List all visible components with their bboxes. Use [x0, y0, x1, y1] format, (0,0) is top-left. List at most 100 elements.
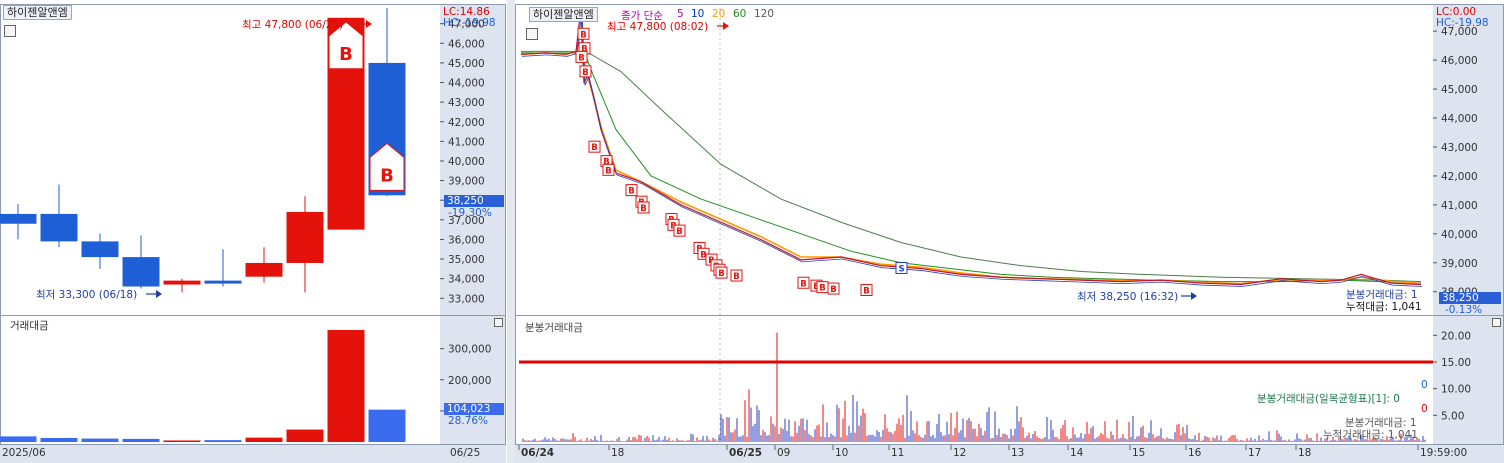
time-label: 09 [777, 447, 791, 459]
series-line-5 [520, 33, 1422, 285]
right-chart-panel: 38,00039,00040,00041,00042,00043,00044,0… [515, 0, 1504, 463]
left-low-label: 최저 33,300 (06/18) [36, 289, 138, 301]
right-info-cumulative: 누적대금: 1,041 [1346, 301, 1422, 313]
buy-marker-text: B [628, 187, 634, 197]
time-label: 18 [611, 447, 625, 459]
left-stock-title[interactable]: 하이젠알앤엠 [3, 5, 72, 20]
left-price-tick-label: 45,000 [448, 58, 485, 70]
volume-bar [286, 429, 324, 442]
ma-20-label[interactable]: 20 [712, 8, 725, 20]
time-label: 06/25 [729, 447, 763, 459]
left-volume-pane-icon[interactable] [494, 318, 503, 327]
time-label: 06/24 [521, 447, 555, 459]
right-grid-icon[interactable] [526, 28, 538, 40]
volume-bar [40, 437, 78, 442]
series-line-price [520, 7, 1422, 286]
right-low-arrow-head [1191, 292, 1197, 300]
series-line-20 [521, 50, 1422, 284]
left-price-tick-label: 43,000 [448, 97, 485, 109]
left-price-tick-label: 42,000 [448, 117, 485, 129]
volume-bar [204, 440, 242, 442]
right-price-tick-label: 40,000 [1441, 229, 1478, 241]
low-arrow-head [156, 290, 162, 298]
left-change-label: -19.30% [448, 207, 492, 219]
right-price-tick-label: 46,000 [1441, 55, 1478, 67]
right-high-arrow-head [723, 22, 729, 30]
right-price-tick-label: 43,000 [1441, 142, 1478, 154]
buy-marker-text: B [676, 227, 682, 237]
time-label: 10 [835, 447, 849, 459]
time-label: 16 [1188, 447, 1202, 459]
left-date-start: 2025/06 [2, 447, 46, 459]
right-high-label: 최고 47,800 (08:02) [607, 21, 709, 33]
right-change-label: -0.13% [1445, 304, 1483, 316]
ma-60-label[interactable]: 60 [733, 8, 746, 20]
right-volume-title: 분봉거래대금 [525, 322, 583, 334]
right-price-tick-label: 45,000 [1441, 84, 1478, 96]
candle-body [40, 213, 78, 242]
high-arrow-head [366, 20, 372, 28]
buy-marker-text: B [580, 30, 586, 40]
buy-marker-label: B [339, 44, 353, 65]
buy-marker-text: B [605, 166, 611, 176]
left-volume-title: 거래대금 [10, 320, 49, 332]
chart-splitter[interactable] [507, 0, 515, 463]
left-price-tick-label: 46,000 [448, 38, 485, 50]
ma-120-label[interactable]: 120 [754, 8, 774, 20]
right-hc-label: HC:-19.98 [1436, 17, 1489, 29]
buy-marker-text: B [578, 53, 584, 63]
volume-bar [81, 438, 119, 442]
time-label: 14 [1070, 447, 1084, 459]
buy-marker-text: B [591, 143, 597, 153]
right-volume-tick-label: 10.00 [1441, 384, 1471, 396]
right-volume-tick-label: 5.00 [1441, 410, 1464, 422]
time-label: 18 [1298, 447, 1312, 459]
volume-bar [368, 409, 406, 442]
candle-body [286, 211, 324, 263]
grid-icon[interactable] [4, 25, 16, 37]
right-volume-pane-icon[interactable] [1492, 318, 1501, 327]
left-chart-panel: 33,00034,00035,00036,00037,00038,00039,0… [0, 0, 506, 463]
series-line-60 [521, 50, 1422, 283]
candle-body [0, 213, 37, 224]
candle-body [245, 262, 283, 277]
left-price-box: 38,250 [444, 195, 504, 207]
buy-marker-text: B [582, 68, 588, 78]
candle-body [81, 241, 119, 258]
left-price-tick-label: 40,000 [448, 156, 485, 168]
volume-bar [163, 440, 201, 442]
right-price-tick-label: 39,000 [1441, 258, 1478, 270]
buy-marker-text: B [800, 279, 806, 289]
left-high-label: 최고 47,800 (06/25) [242, 19, 344, 31]
right-vol-info-4: 누적거래대금: 1,041 [1323, 429, 1418, 441]
left-price-tick-label: 41,000 [448, 136, 485, 148]
volume-bar [122, 438, 160, 442]
sell-marker-text: S [898, 264, 904, 274]
left-volume-pct: 28.76% [448, 415, 489, 427]
left-price-tick-label: 33,000 [448, 293, 485, 305]
candle-body [204, 280, 242, 284]
candle-body [163, 280, 201, 285]
buy-marker-text: B [863, 286, 869, 296]
buy-marker-text: B [830, 285, 836, 295]
left-price-tick-label: 34,000 [448, 274, 485, 286]
series-line-price-blue [521, 9, 1423, 287]
time-label: 11 [891, 447, 905, 459]
left-volume-tick-label: 300,000 [448, 344, 491, 356]
right-stock-title[interactable]: 하이젠알앤엠 [529, 7, 598, 22]
buy-marker-text: B [640, 204, 646, 214]
buy-marker-text: B [819, 284, 825, 294]
right-volume-tick-label: 20.00 [1441, 330, 1471, 342]
right-price-box: 38,250 [1439, 292, 1501, 304]
right-price-tick-label: 44,000 [1441, 113, 1478, 125]
buy-marker-text: B [733, 272, 739, 282]
volume-bar [0, 436, 37, 442]
time-label: 17 [1248, 447, 1262, 459]
buy-marker-label: B [380, 165, 394, 186]
left-price-tick-label: 36,000 [448, 234, 485, 246]
left-price-tick-label: 35,000 [448, 254, 485, 266]
time-label: 12 [953, 447, 967, 459]
right-vol-info-1: 분봉거래대금(일목균형표)[1]: 0 [1257, 393, 1400, 405]
time-label: 13 [1011, 447, 1025, 459]
left-volume-tick-label: 200,000 [448, 375, 491, 387]
